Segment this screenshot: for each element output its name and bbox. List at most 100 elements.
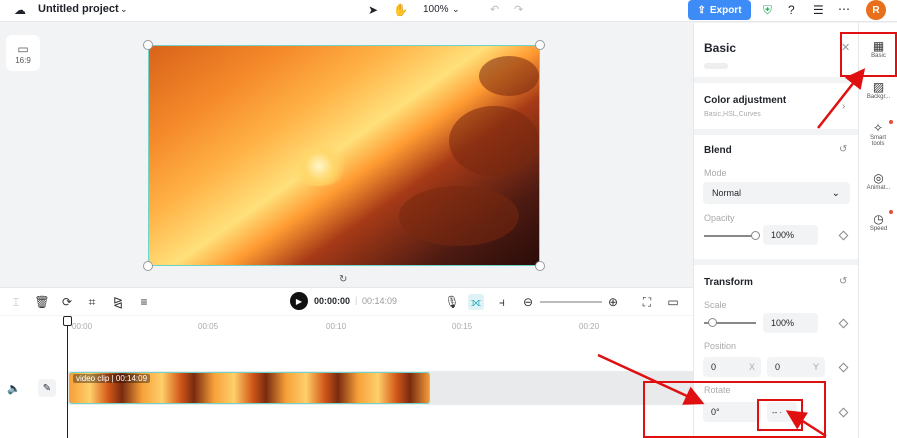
divider (694, 129, 859, 135)
keyframe-icon[interactable] (838, 318, 849, 329)
zoom-chevron-icon[interactable]: ⌄ (452, 4, 460, 15)
split-icon[interactable]: ⌶ (8, 294, 24, 310)
animation-icon: ◎ (873, 171, 884, 185)
sidebar-item-animation[interactable]: ◎ Animat... (859, 171, 897, 191)
cloud-shape (479, 56, 539, 96)
scale-input[interactable]: 100% (763, 313, 818, 333)
split-screen-icon[interactable]: ⫞ (494, 294, 510, 310)
time-separator: | (355, 295, 358, 305)
notification-dot (889, 120, 893, 124)
properties-panel: Basic ✕ Color adjustment Basic,HSL,Curve… (693, 23, 859, 438)
edit-track-icon[interactable]: ✎ (38, 379, 56, 397)
timeline[interactable]: 00:00 00:05 00:10 00:15 00:20 🔈 ✎ video … (0, 316, 693, 438)
ruler-tick: 00:00 (72, 322, 93, 331)
fullscreen-icon[interactable]: ⛶ (639, 294, 655, 310)
position-y-input[interactable]: 0 Y (767, 357, 825, 377)
help-icon[interactable]: ? (788, 3, 795, 17)
magnet-icon[interactable]: ⟗ (468, 294, 484, 310)
resize-handle[interactable] (143, 261, 153, 271)
ruler-tick: 00:20 (579, 322, 600, 331)
annotation-box (840, 32, 897, 77)
zoom-level[interactable]: 100% (423, 4, 449, 15)
sun-image (289, 146, 349, 186)
mode-label: Mode (704, 168, 727, 178)
reset-icon[interactable]: ↺ (839, 276, 847, 287)
upload-icon: ⇪ (697, 4, 706, 16)
panel-title: Basic (704, 41, 737, 55)
opacity-slider-knob[interactable] (751, 231, 760, 240)
opacity-label: Opacity (704, 213, 735, 223)
zoom-out-icon[interactable]: ⊖ (520, 294, 536, 310)
play-button[interactable]: ▶ (290, 292, 308, 310)
color-adjustment-title[interactable]: Color adjustment (704, 95, 786, 106)
chevron-right-icon[interactable]: › (842, 101, 845, 112)
resize-handle[interactable] (143, 40, 153, 50)
divider (694, 259, 859, 265)
zoom-slider[interactable] (540, 301, 602, 303)
playhead-handle[interactable] (63, 316, 72, 326)
ratio-icon: ▭ (17, 41, 29, 56)
ruler-tick: 00:15 (452, 322, 473, 331)
background-icon: ▨ (872, 80, 885, 94)
preview-icon[interactable]: ▭ (665, 294, 681, 310)
pointer-tool-icon[interactable]: ➤ (368, 3, 378, 17)
sidebar-item-smart-tools[interactable]: ✧ Smart tools (863, 121, 893, 147)
keyframe-icon[interactable] (838, 407, 849, 418)
position-label: Position (704, 341, 737, 351)
freeze-icon[interactable]: ⟳ (59, 294, 75, 310)
annotation-box (757, 399, 803, 431)
cloud-shape (449, 106, 539, 176)
project-title[interactable]: Untitled project (38, 3, 119, 15)
chevron-down-icon: ⌄ (831, 187, 840, 199)
playhead[interactable] (67, 316, 68, 438)
resize-handle[interactable] (535, 261, 545, 271)
mirror-icon[interactable]: ⧎ (110, 294, 126, 310)
blend-title: Blend (704, 145, 732, 156)
right-sidebar: ▦ Basic ▨ Backgr... ✧ Smart tools ◎ Anim… (858, 23, 897, 438)
ruler-tick: 00:10 (326, 322, 347, 331)
zoom-in-icon[interactable]: ⊕ (605, 294, 621, 310)
transform-title: Transform (704, 277, 753, 288)
delete-icon[interactable]: 🗑 (34, 294, 50, 310)
keyframe-icon[interactable] (838, 362, 849, 373)
magic-wand-icon: ✧ (872, 121, 884, 135)
resize-handle[interactable] (535, 40, 545, 50)
position-x-input[interactable]: 0 X (703, 357, 761, 377)
timeline-toolbar: ⌶ 🗑 ⟳ ⌗ ⧎ ≡ ▶ 00:00:00 | 00:14:09 🎙 ⟗ ⫞ … (0, 287, 693, 315)
opacity-slider[interactable] (704, 235, 756, 237)
cloud-save-icon[interactable]: ☁ (14, 3, 26, 17)
shield-icon[interactable]: ⛨ (763, 3, 772, 18)
scroll-indicator (704, 63, 728, 69)
divider (694, 77, 859, 83)
sidebar-item-background[interactable]: ▨ Backgr... (859, 80, 897, 100)
export-button[interactable]: ⇪ Export (688, 0, 751, 20)
audio-icon[interactable]: 🔈 (7, 382, 21, 395)
layers-icon[interactable]: ☰ (813, 3, 824, 17)
clip-label: video clip | 00:14:09 (73, 374, 151, 383)
keyframe-icon[interactable] (838, 230, 849, 241)
chevron-down-icon[interactable]: ⌄ (120, 4, 128, 15)
ruler-tick: 00:05 (198, 322, 219, 331)
adjust-icon[interactable]: ≡ (136, 294, 152, 310)
current-time: 00:00:00 (314, 296, 351, 306)
opacity-input[interactable]: 100% (763, 225, 818, 245)
sidebar-item-speed[interactable]: ◷ Speed (859, 212, 897, 232)
total-time: 00:14:09 (362, 296, 398, 306)
undo-icon[interactable]: ↶ (490, 3, 499, 16)
aspect-ratio-button[interactable]: ▭ 16:9 (6, 35, 40, 71)
rotate-handle-icon[interactable]: ↻ (339, 274, 347, 285)
notification-dot (889, 210, 893, 214)
scale-slider-knob[interactable] (708, 318, 717, 327)
video-clip[interactable]: video clip | 00:14:09 (69, 372, 430, 404)
cloud-shape (399, 186, 519, 246)
video-preview[interactable] (148, 45, 540, 266)
more-icon[interactable]: ⋯ (838, 2, 850, 16)
redo-icon[interactable]: ↷ (514, 3, 523, 16)
hand-tool-icon[interactable]: ✋ (393, 3, 408, 17)
avatar[interactable]: R (866, 0, 886, 20)
reset-icon[interactable]: ↺ (839, 144, 847, 155)
speed-icon: ◷ (873, 212, 884, 226)
crop-icon[interactable]: ⌗ (84, 294, 100, 310)
microphone-icon[interactable]: 🎙 (444, 294, 460, 310)
blend-mode-select[interactable]: Normal ⌄ (703, 182, 850, 204)
